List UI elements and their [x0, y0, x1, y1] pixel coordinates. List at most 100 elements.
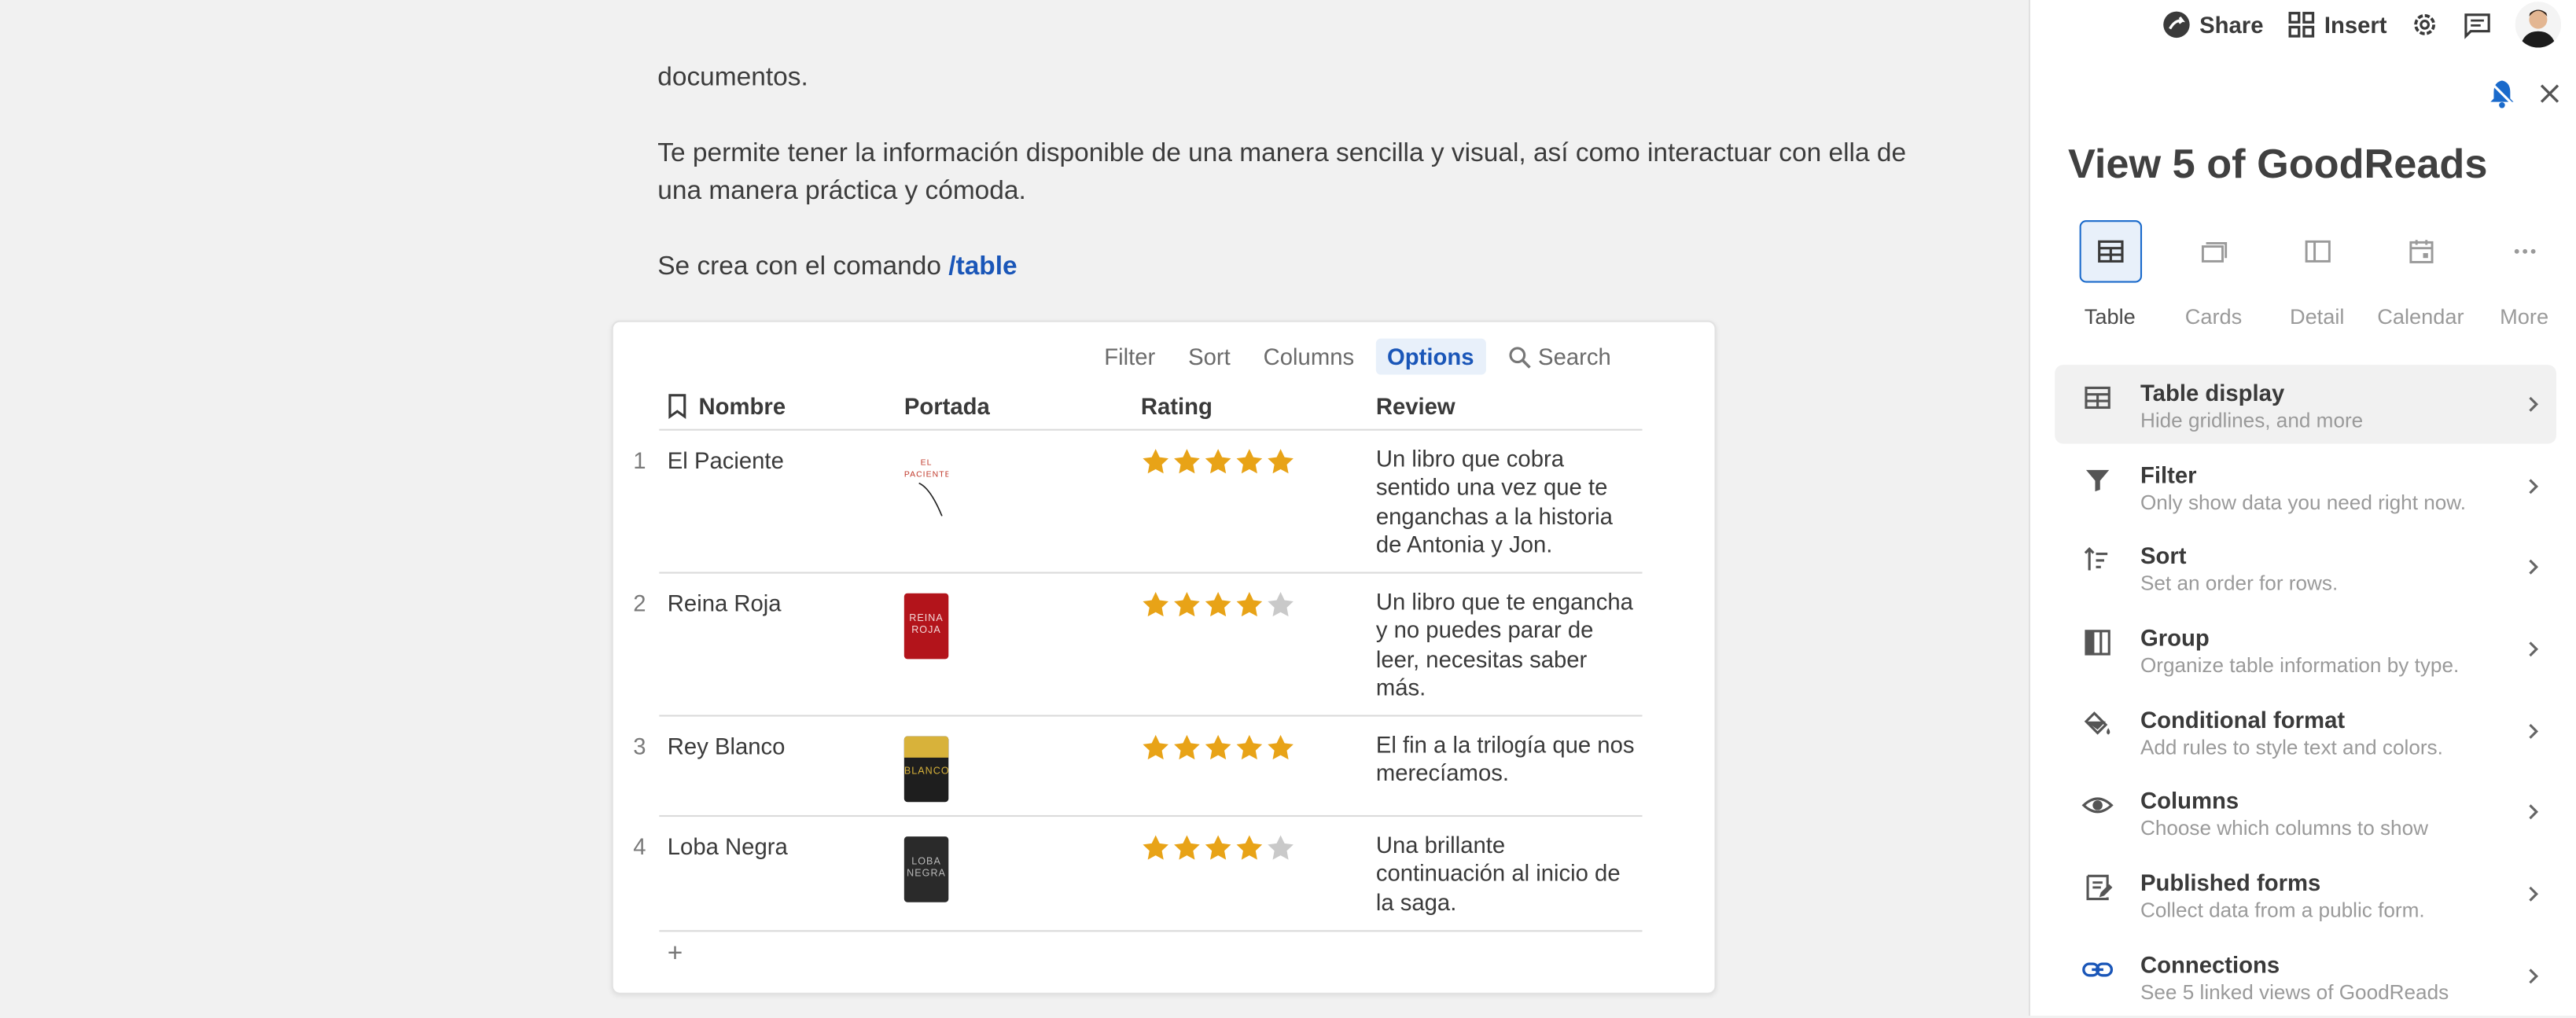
- book-name[interactable]: El Paciente: [668, 447, 784, 473]
- menu-item-title: Connections: [2140, 951, 2280, 978]
- column-header-nombre-label: Nombre: [698, 392, 786, 420]
- view-icon-box: [2078, 220, 2142, 283]
- rating-stars[interactable]: [1141, 590, 1296, 620]
- menu-item-title: Columns: [2140, 788, 2239, 814]
- star-filled-icon[interactable]: [1203, 733, 1233, 763]
- table-icon: [2097, 240, 2123, 263]
- table-icon: [2085, 386, 2110, 410]
- table-row[interactable]: 2 Reina Roja REINA ROJA Un libro que te …: [633, 574, 1643, 717]
- sort-label: Sort: [1188, 343, 1231, 370]
- rating-stars[interactable]: [1141, 833, 1296, 863]
- star-filled-icon[interactable]: [1172, 590, 1202, 620]
- star-filled-icon[interactable]: [1203, 590, 1233, 620]
- column-header-nombre[interactable]: Nombre: [666, 393, 786, 419]
- star-filled-icon[interactable]: [1203, 833, 1233, 863]
- menu-item-conditional-format[interactable]: Conditional format Add rules to style te…: [2055, 692, 2556, 770]
- add-row-button[interactable]: +: [668, 940, 683, 970]
- share-button[interactable]: Share: [2162, 10, 2263, 40]
- star-filled-icon[interactable]: [1172, 447, 1202, 477]
- group-icon: [2085, 630, 2110, 656]
- star-filled-icon[interactable]: [1141, 590, 1171, 620]
- chevron-right-icon: [2529, 723, 2539, 739]
- columns-label: Columns: [1263, 343, 1355, 370]
- view-icon-box: [2286, 220, 2348, 282]
- notification-bell-icon[interactable]: [2486, 77, 2519, 110]
- star-filled-icon[interactable]: [1141, 447, 1171, 477]
- star-empty-icon[interactable]: [1266, 833, 1296, 863]
- book-review[interactable]: El fin a la trilogía que nos merecíamos.: [1376, 731, 1639, 788]
- rating-stars[interactable]: [1141, 733, 1296, 763]
- star-filled-icon[interactable]: [1172, 833, 1202, 863]
- table-command: /table: [948, 252, 1018, 281]
- book-cover-image: BLANCO: [903, 736, 949, 803]
- star-filled-icon[interactable]: [1235, 733, 1264, 763]
- sort-button[interactable]: Sort: [1176, 339, 1242, 375]
- top-bar: Share Insert: [2162, 2, 2576, 48]
- book-name[interactable]: Loba Negra: [668, 833, 788, 859]
- star-filled-icon[interactable]: [1203, 447, 1233, 477]
- table-row[interactable]: 1 El Paciente EL PACIENTE Un libro que c…: [633, 431, 1643, 574]
- star-filled-icon[interactable]: [1141, 833, 1171, 863]
- star-filled-icon[interactable]: [1141, 733, 1171, 763]
- chevron-right-icon: [2529, 478, 2539, 494]
- user-avatar[interactable]: [2515, 2, 2562, 48]
- menu-item-published-forms[interactable]: Published forms Collect data from a publ…: [2055, 854, 2556, 933]
- paragraph-command: Se crea con el comando /table: [657, 248, 1017, 286]
- cover-title: REINA ROJA: [909, 614, 944, 637]
- view-tab-label: Cards: [2184, 303, 2243, 329]
- chevron-right-icon: [2529, 805, 2539, 821]
- row-number: 2: [633, 590, 646, 616]
- star-filled-icon[interactable]: [1266, 733, 1296, 763]
- star-filled-icon[interactable]: [1235, 590, 1264, 620]
- book-review[interactable]: Un libro que cobra sentido una vez que t…: [1376, 446, 1639, 560]
- close-icon[interactable]: [2537, 80, 2563, 106]
- book-name[interactable]: Reina Roja: [668, 590, 782, 616]
- star-filled-icon[interactable]: [1235, 833, 1264, 863]
- menu-item-columns[interactable]: Columns Choose which columns to show: [2055, 773, 2556, 851]
- menu-item-connections[interactable]: Connections See 5 linked views of GoodRe…: [2055, 936, 2556, 1015]
- menu-item-subtitle: See 5 linked views of GoodReads: [2140, 980, 2449, 1004]
- settings-button[interactable]: [2410, 10, 2440, 40]
- menu-item-filter[interactable]: Filter Only show data you need right now…: [2055, 447, 2556, 525]
- view-tab-cards[interactable]: Cards: [2162, 220, 2265, 329]
- menu-item-title: Published forms: [2140, 869, 2321, 896]
- search-icon: [1508, 346, 1530, 368]
- column-header-rating[interactable]: Rating: [1141, 393, 1213, 419]
- more-icon: [2513, 248, 2535, 254]
- star-filled-icon[interactable]: [1266, 447, 1296, 477]
- star-filled-icon[interactable]: [1235, 447, 1264, 477]
- book-review[interactable]: Una brillante continuación al inicio de …: [1376, 832, 1639, 917]
- table-row[interactable]: 3 Rey Blanco BLANCO El fin a la trilogía…: [633, 717, 1643, 818]
- view-tab-more[interactable]: More: [2472, 220, 2576, 329]
- rating-stars[interactable]: [1141, 447, 1296, 477]
- menu-item-group[interactable]: Group Organize table information by type…: [2055, 610, 2556, 689]
- detail-icon: [2304, 240, 2330, 263]
- options-button[interactable]: Options: [1375, 338, 1486, 375]
- search-button[interactable]: Search: [1496, 339, 1623, 375]
- paragraph-documentos: documentos.: [657, 64, 808, 93]
- star-empty-icon[interactable]: [1266, 590, 1296, 620]
- star-filled-icon[interactable]: [1172, 733, 1202, 763]
- filter-button[interactable]: Filter: [1093, 339, 1167, 375]
- chevron-right-icon: [2529, 887, 2539, 902]
- menu-item-sort[interactable]: Sort Set an order for rows.: [2055, 528, 2556, 607]
- column-header-portada[interactable]: Portada: [904, 393, 990, 419]
- table-row[interactable]: 4 Loba Negra LOBA NEGRA Una brillante co…: [633, 817, 1643, 932]
- book-review[interactable]: Un libro que te engancha y no puedes par…: [1376, 588, 1639, 703]
- book-name[interactable]: Rey Blanco: [668, 733, 786, 759]
- menu-item-subtitle: Organize table information by type.: [2140, 654, 2460, 678]
- columns-button[interactable]: Columns: [1252, 339, 1366, 375]
- view-tab-detail[interactable]: Detail: [2265, 220, 2369, 329]
- bookmark-icon: [668, 394, 686, 420]
- comments-button[interactable]: [2463, 10, 2493, 40]
- menu-item-subtitle: Hide gridlines, and more: [2140, 409, 2364, 432]
- insert-button[interactable]: Insert: [2287, 10, 2387, 40]
- goodreads-table: Filter Sort Columns Options Search Nombr…: [611, 320, 1717, 994]
- column-header-review[interactable]: Review: [1376, 393, 1455, 419]
- view-tab-calendar[interactable]: Calendar: [2369, 220, 2473, 329]
- view-tab-table[interactable]: Table: [2058, 220, 2162, 329]
- panel-title: View 5 of GoodReads: [2067, 141, 2488, 188]
- app-canvas: documentos. Te permite tener la informac…: [0, 0, 2576, 1016]
- menu-item-table-display[interactable]: Table display Hide gridlines, and more: [2055, 365, 2556, 444]
- view-tab-label: More: [2500, 303, 2549, 329]
